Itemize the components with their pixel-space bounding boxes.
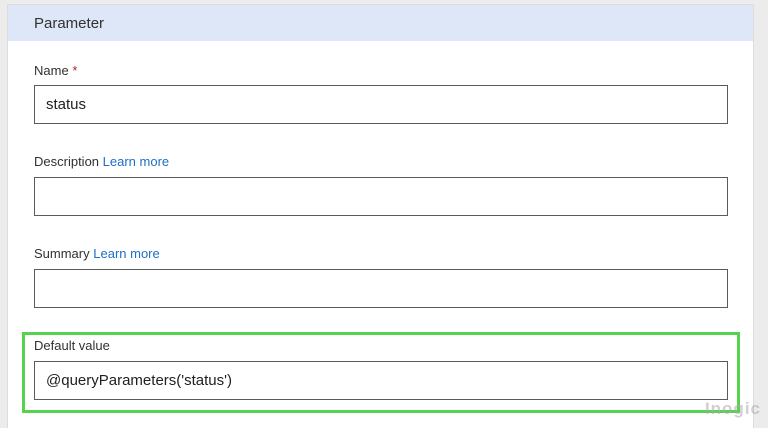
required-indicator: *	[72, 63, 78, 78]
panel-header: Parameter	[8, 5, 753, 41]
description-label: Description Learn more	[34, 154, 169, 169]
name-label: Name *	[34, 63, 77, 78]
name-label-text: Name	[34, 63, 69, 78]
default-value-label: Default value	[34, 338, 110, 353]
default-value-label-text: Default value	[34, 338, 110, 353]
description-learn-more-link[interactable]: Learn more	[103, 154, 169, 169]
default-value-input[interactable]: @queryParameters('status')	[34, 361, 728, 400]
watermark-logo: Inogic	[704, 399, 761, 418]
default-value-input-value: @queryParameters('status')	[46, 372, 233, 389]
name-input-value: status	[46, 96, 87, 113]
summary-label: Summary Learn more	[34, 246, 160, 261]
description-label-text: Description	[34, 154, 100, 169]
summary-input[interactable]	[34, 269, 728, 308]
panel-title: Parameter	[34, 15, 105, 32]
parameter-panel: Parameter Name * status Description Lear…	[7, 4, 754, 428]
summary-learn-more-link[interactable]: Learn more	[93, 246, 159, 261]
description-input[interactable]	[34, 177, 728, 216]
name-input[interactable]: status	[34, 85, 728, 124]
summary-label-text: Summary	[34, 246, 90, 261]
